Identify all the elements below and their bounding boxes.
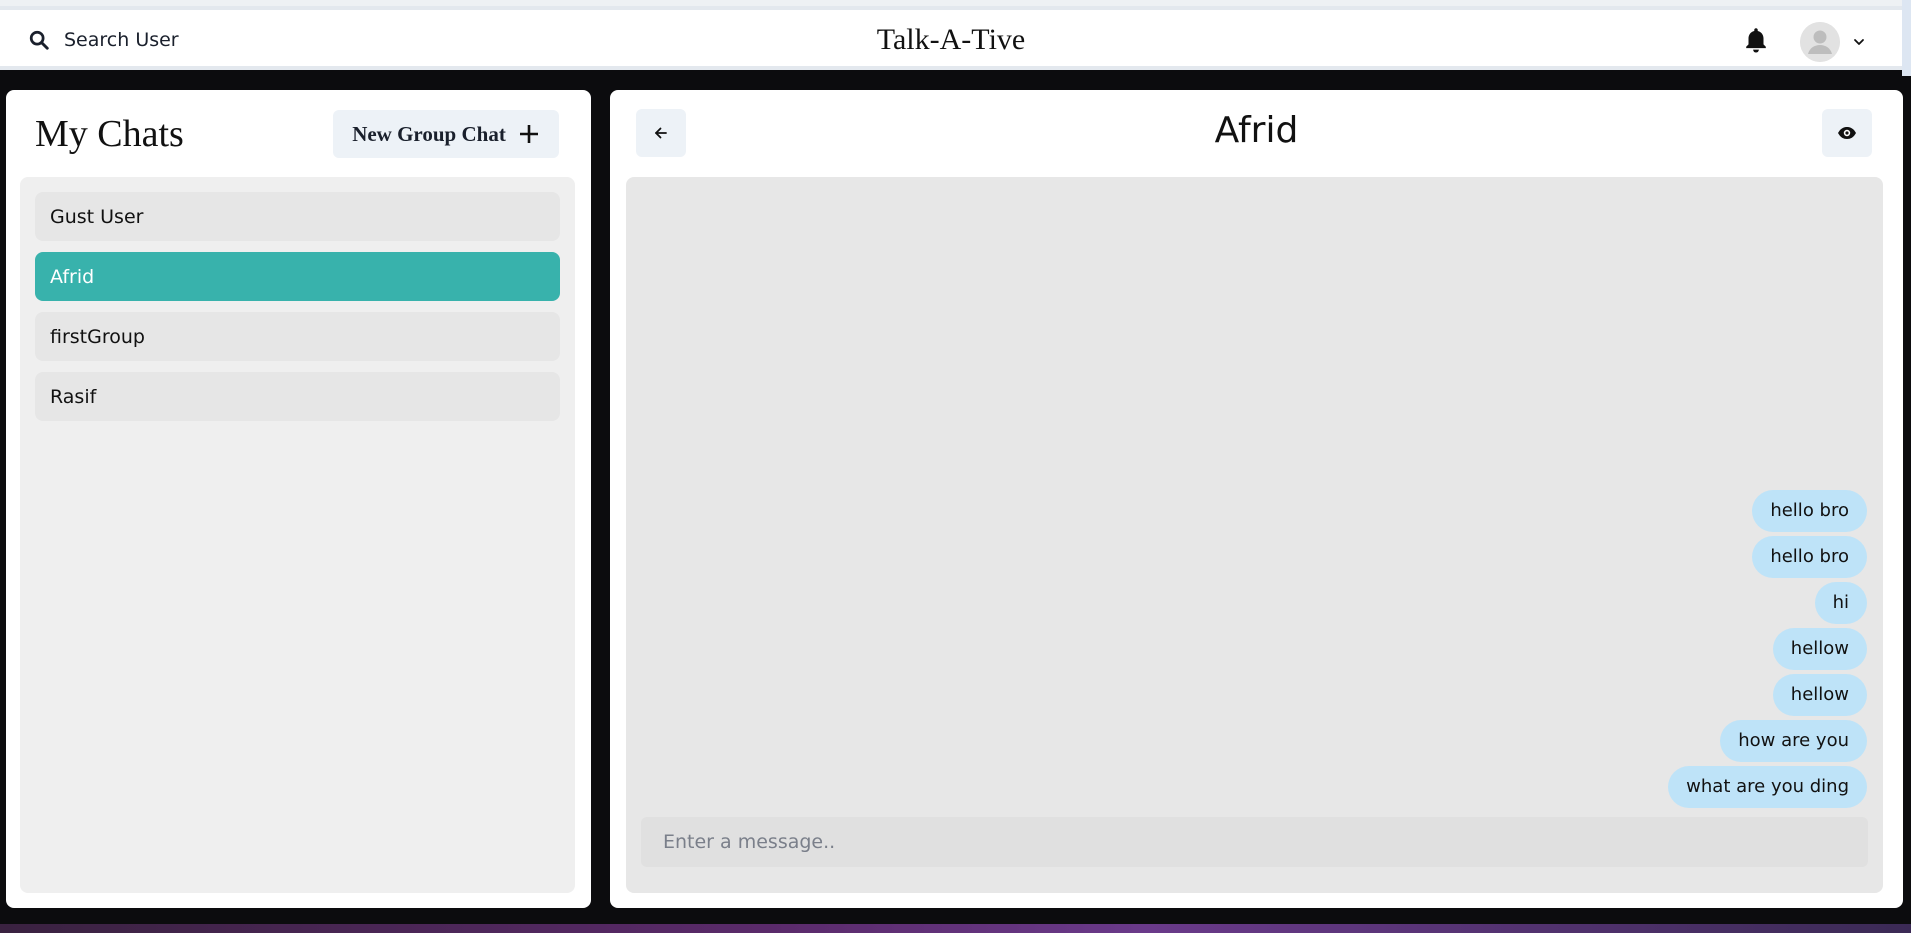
avatar-icon xyxy=(1800,22,1840,62)
message-bubble: hi xyxy=(1814,582,1867,624)
chat-item-firstgroup[interactable]: firstGroup xyxy=(35,312,560,361)
desktop-background-strip xyxy=(0,924,1911,933)
message-input[interactable] xyxy=(641,817,1868,867)
my-chats-title: My Chats xyxy=(35,113,184,155)
bell-icon[interactable] xyxy=(1742,26,1770,56)
message-list: hello bro hello bro hi hellow hellow how… xyxy=(1267,490,1867,808)
conversation-title: Afrid xyxy=(1214,110,1299,151)
message-bubble: how are you xyxy=(1720,720,1867,762)
view-profile-button[interactable] xyxy=(1822,109,1872,157)
my-chats-panel: My Chats New Group Chat Gust User Afrid … xyxy=(6,90,591,908)
chat-item-gust-user[interactable]: Gust User xyxy=(35,192,560,241)
chat-item-afrid[interactable]: Afrid xyxy=(35,252,560,301)
message-bubble: hellow xyxy=(1772,628,1867,670)
arrow-left-icon xyxy=(655,127,667,139)
message-bubble: what are you ding xyxy=(1668,766,1867,808)
conversation-panel: Afrid hello bro hello bro hi hellow hell… xyxy=(610,90,1903,908)
chevron-down-icon xyxy=(1854,39,1864,45)
chat-list: Gust User Afrid firstGroup Rasif xyxy=(20,177,575,893)
app-title: Talk-A-Tive xyxy=(876,23,1026,56)
message-bubble: hello bro xyxy=(1752,490,1867,532)
profile-menu-button[interactable] xyxy=(1800,21,1872,63)
eye-icon xyxy=(1838,127,1856,139)
top-header: Search User Talk-A-Tive xyxy=(0,6,1902,70)
new-group-chat-button[interactable]: New Group Chat xyxy=(333,110,559,158)
messages-area: hello bro hello bro hi hellow hellow how… xyxy=(626,177,1883,893)
message-bubble: hellow xyxy=(1772,674,1867,716)
new-group-chat-label: New Group Chat xyxy=(352,121,506,146)
message-bubble: hello bro xyxy=(1752,536,1867,578)
plus-icon xyxy=(519,125,538,143)
back-button[interactable] xyxy=(636,109,686,157)
window-right-edge xyxy=(1902,0,1911,76)
chat-item-rasif[interactable]: Rasif xyxy=(35,372,560,421)
